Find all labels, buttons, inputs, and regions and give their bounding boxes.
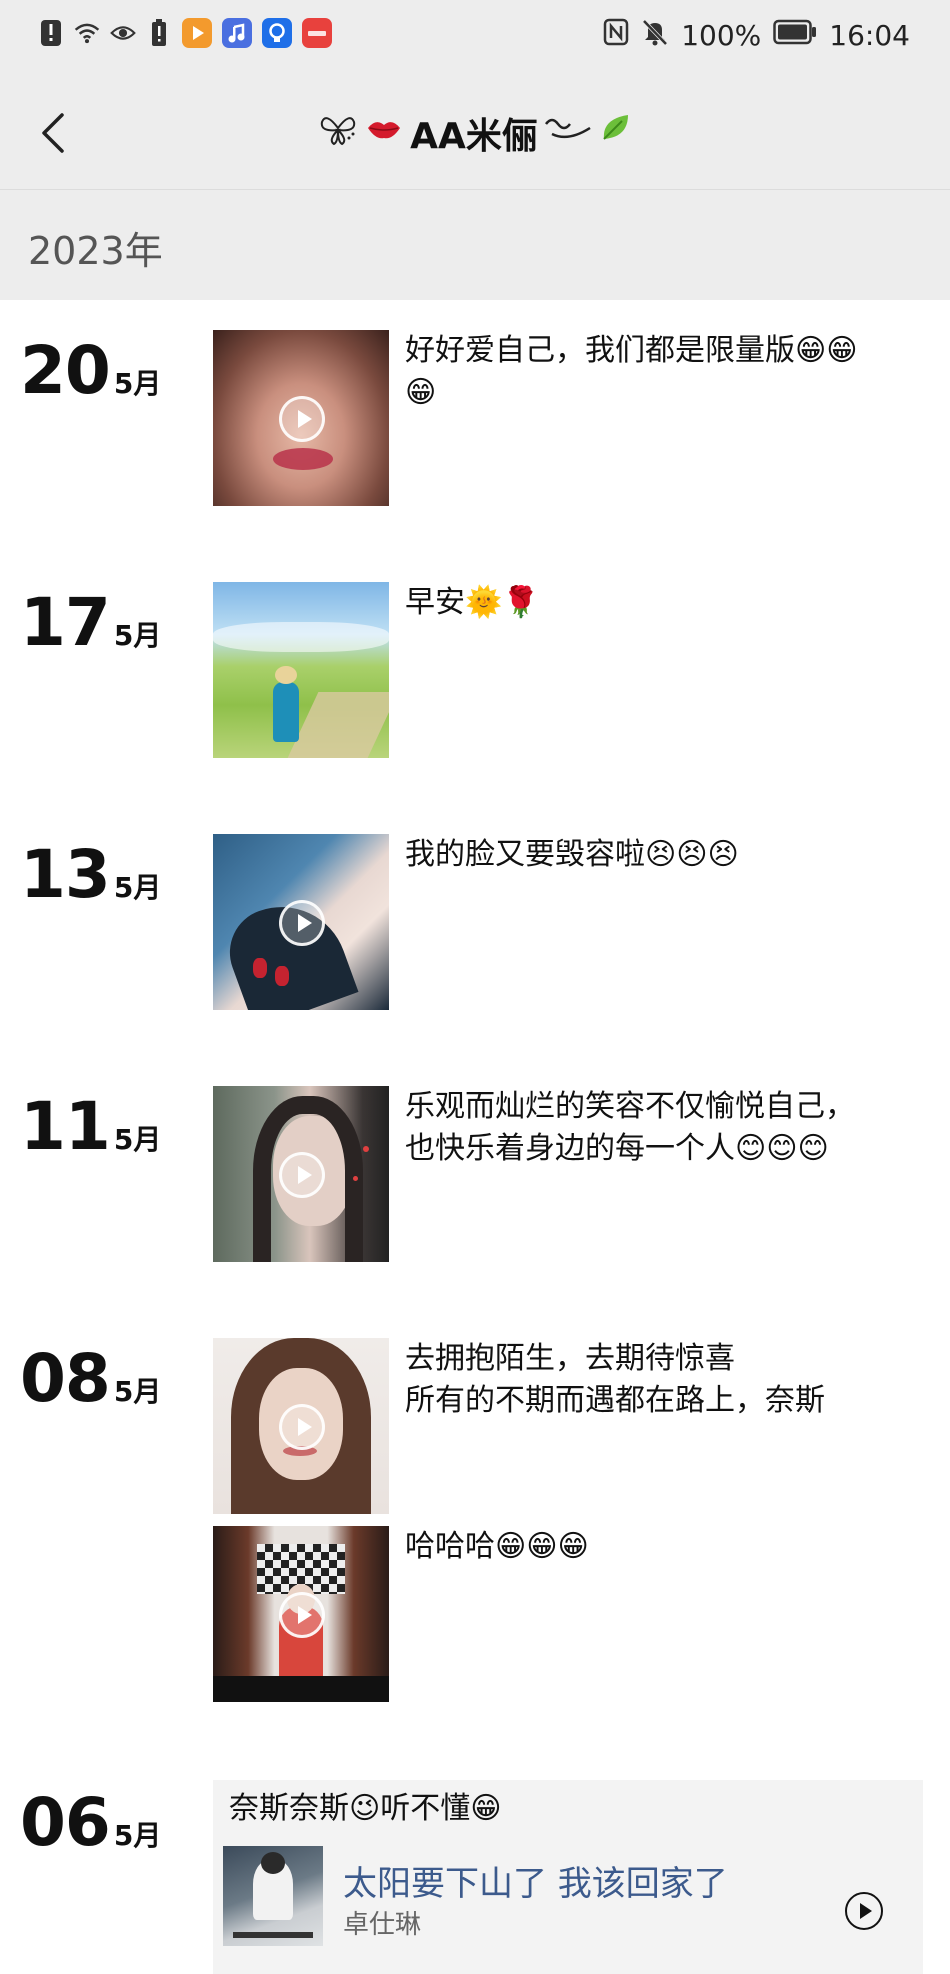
- post-day: 11: [20, 1088, 111, 1165]
- post-date: 11 5月: [20, 1088, 161, 1165]
- post-day: 13: [20, 836, 111, 913]
- year-label: 2023年: [28, 229, 163, 273]
- mute-bell-icon: [641, 18, 669, 53]
- music-app-icon: [222, 18, 252, 48]
- post-text: 早安🌞🌹: [405, 585, 540, 620]
- post-date: 17 5月: [20, 584, 161, 661]
- wave-swirl-icon: [544, 112, 592, 153]
- post-month: 5月: [113, 619, 162, 652]
- nfc-icon: [603, 18, 629, 53]
- butterfly-decoration-icon: [318, 108, 358, 157]
- play-icon: [279, 900, 325, 946]
- alert-notification-icon: [38, 18, 64, 48]
- play-icon: [279, 396, 325, 442]
- kiss-lips-icon: [364, 112, 404, 153]
- video-thumbnail[interactable]: [213, 1086, 389, 1262]
- post-date: 13 5月: [20, 836, 161, 913]
- video-thumbnail[interactable]: [213, 1526, 389, 1702]
- post-month: 5月: [113, 1375, 162, 1408]
- battery-percent: 100%: [681, 19, 762, 52]
- post-day: 08: [20, 1340, 111, 1417]
- song-artist: 卓仕琳: [343, 1910, 422, 1940]
- year-header: 2023年: [0, 190, 950, 300]
- battery-alert-icon: [146, 18, 172, 48]
- play-icon: [279, 1152, 325, 1198]
- video-thumbnail[interactable]: [213, 330, 389, 506]
- post-text: 哈哈哈😁😁😁: [405, 1529, 589, 1564]
- chevron-left-icon: [42, 113, 64, 153]
- battery-icon: [773, 19, 817, 52]
- video-app-icon: [182, 18, 212, 48]
- post-date: 06 5月: [20, 1784, 161, 1861]
- back-button[interactable]: [28, 105, 78, 161]
- play-icon: [279, 1404, 325, 1450]
- tips-app-icon: [262, 18, 292, 48]
- wifi-icon: [74, 18, 100, 48]
- title-bar: AA米俪: [0, 75, 950, 190]
- album-cover: [223, 1846, 323, 1946]
- status-icons-left: [38, 18, 332, 48]
- title-text: AA米俪: [410, 115, 538, 157]
- eye-icon: [110, 18, 136, 48]
- post-month: 5月: [113, 367, 162, 400]
- status-bar: 100% 16:04: [0, 0, 950, 75]
- post-text: 好好爱自己，我们都是限量版😁😁 😁: [405, 333, 858, 410]
- post-date: 08 5月: [20, 1340, 161, 1417]
- music-play-button[interactable]: [845, 1892, 883, 1930]
- post-month: 5月: [113, 1123, 162, 1156]
- song-title: 太阳要下山了 我该回家了: [343, 1864, 728, 1904]
- leaf-icon: [598, 111, 632, 154]
- post-text: 乐观而灿烂的笑容不仅愉悦自己， 也快乐着身边的每一个人😊😊😊: [405, 1089, 855, 1166]
- post-month: 5月: [113, 871, 162, 904]
- page-title: AA米俪: [0, 75, 950, 190]
- status-icons-right: 100% 16:04: [603, 18, 910, 53]
- photo-thumbnail[interactable]: [213, 582, 389, 758]
- video-thumbnail[interactable]: [213, 834, 389, 1010]
- post-day: 17: [20, 584, 111, 661]
- huawei-store-icon: [302, 18, 332, 48]
- post-date: 20 5月: [20, 332, 161, 409]
- post-text: 奈斯奈斯😉听不懂😁: [229, 1791, 502, 1826]
- post-text: 去拥抱陌生，去期待惊喜 所有的不期而遇都在路上，奈斯: [405, 1341, 825, 1418]
- post-day: 20: [20, 332, 111, 409]
- video-thumbnail[interactable]: [213, 1338, 389, 1514]
- music-share-card[interactable]: 奈斯奈斯😉听不懂😁 太阳要下山了 我该回家了 卓仕琳: [213, 1780, 923, 1974]
- play-icon: [279, 1592, 325, 1638]
- clock-time: 16:04: [829, 19, 910, 52]
- post-text: 我的脸又要毁容啦😣😣😣: [405, 837, 739, 872]
- post-month: 5月: [113, 1819, 162, 1852]
- post-day: 06: [20, 1784, 111, 1861]
